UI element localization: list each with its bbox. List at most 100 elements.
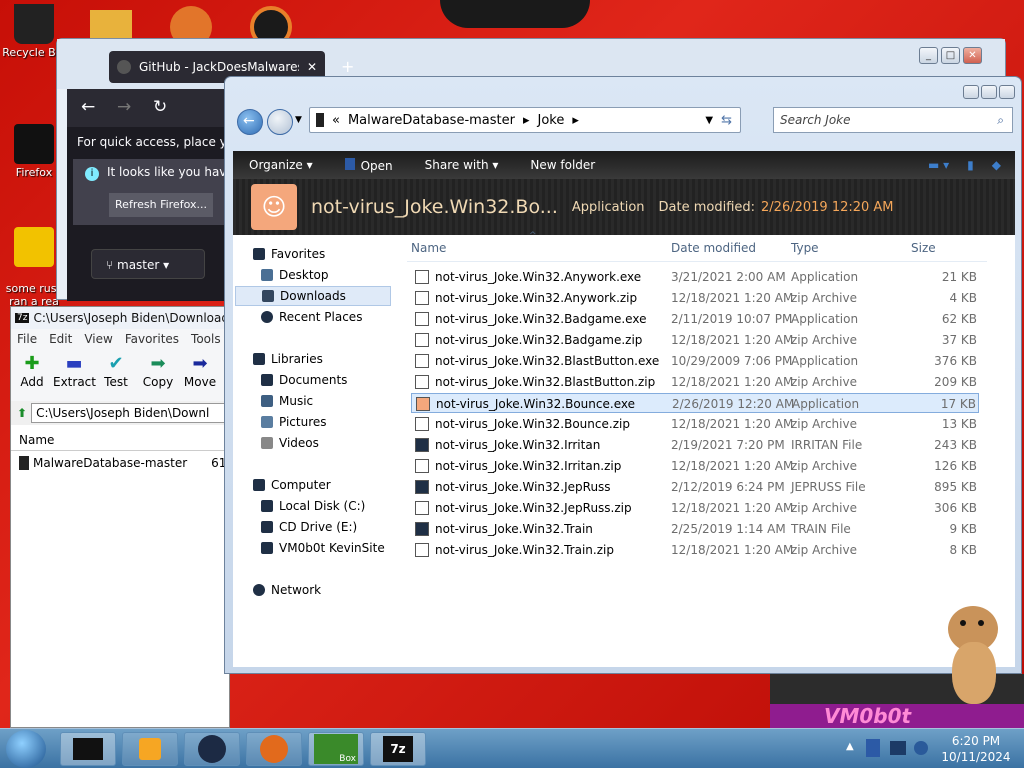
file-type: TRAIN File <box>791 522 851 536</box>
menu-tools[interactable]: Tools <box>191 332 221 346</box>
open-button[interactable]: Open <box>329 157 409 173</box>
up-folder-icon[interactable]: ⬆ <box>17 406 27 420</box>
maximize-button[interactable] <box>981 85 997 99</box>
share-with-button[interactable]: Share with ▾ <box>409 158 515 172</box>
nav-network-drive-label: VM0b0t KevinSite <box>279 541 385 555</box>
chevron-right-icon[interactable]: ▸ <box>523 113 530 128</box>
hamster-mascot[interactable] <box>942 606 1008 706</box>
nav-network-drive[interactable]: VM0b0t KevinSite <box>261 538 385 558</box>
nav-recent-places[interactable]: Recent Places <box>261 307 362 327</box>
reload-icon[interactable]: ↻ <box>153 97 167 117</box>
file-row[interactable]: not-virus_Joke.Win32.Badgame.exe 2/11/201… <box>411 309 979 329</box>
file-row[interactable]: not-virus_Joke.Win32.BlastButton.exe 10/2… <box>411 351 979 371</box>
search-icon[interactable]: ⌕ <box>997 108 1004 132</box>
column-type[interactable]: Type <box>791 241 819 255</box>
close-button[interactable]: ✕ <box>963 47 982 64</box>
new-tab-icon[interactable]: + <box>341 57 354 76</box>
file-row[interactable]: not-virus_Joke.Win32.Train 2/25/2019 1:14… <box>411 519 979 539</box>
file-row[interactable]: not-virus_Joke.Win32.Irritan.zip 12/18/20… <box>411 456 979 476</box>
nav-libraries[interactable]: Libraries <box>253 349 323 369</box>
chevron-right-icon[interactable]: ▸ <box>572 113 579 128</box>
7zip-address-input[interactable]: C:\Users\Joseph Biden\Downl <box>31 403 229 423</box>
back-button[interactable]: ← <box>237 109 263 135</box>
file-row[interactable]: not-virus_Joke.Win32.Train.zip 12/18/2021… <box>411 540 979 560</box>
file-row[interactable]: not-virus_Joke.Win32.JepRuss 2/12/2019 6:… <box>411 477 979 497</box>
taskbar-app-1[interactable] <box>60 732 116 766</box>
file-row[interactable]: not-virus_Joke.Win32.Badgame.zip 12/18/20… <box>411 330 979 350</box>
file-row[interactable]: not-virus_Joke.Win32.Anywork.zip 12/18/20… <box>411 288 979 308</box>
column-date-modified[interactable]: Date modified <box>671 241 756 255</box>
sort-up-icon: ^ <box>529 231 537 241</box>
nav-network[interactable]: Network <box>253 580 321 600</box>
copy-button[interactable]: ➡ Copy <box>137 349 179 401</box>
taskbar-app-6[interactable]: 7z <box>370 732 426 766</box>
explorer-window[interactable]: ← ▼ « MalwareDatabase-master ▸ Joke ▸ ▼ … <box>224 76 1022 674</box>
minimize-button[interactable]: _ <box>919 47 938 64</box>
detail-date-label: Date modified: <box>658 199 756 215</box>
search-input[interactable]: Search Joke ⌕ <box>773 107 1013 133</box>
file-row-selected[interactable]: not-virus_Joke.Win32.Bounce.exe 2/26/2019… <box>411 393 979 413</box>
overflow-icon[interactable]: « <box>332 113 340 128</box>
table-row[interactable]: MalwareDatabase-master 61 <box>11 453 229 473</box>
forward-icon[interactable]: → <box>117 97 131 117</box>
organize-button[interactable]: Organize ▾ <box>233 158 329 172</box>
recent-pages-icon[interactable]: ▼ <box>295 115 302 125</box>
minimize-button[interactable] <box>963 85 979 99</box>
taskbar-app-3[interactable] <box>184 732 240 766</box>
file-row[interactable]: not-virus_Joke.Win32.Irritan 2/19/2021 7:… <box>411 435 979 455</box>
nav-music[interactable]: Music <box>261 391 313 411</box>
new-folder-button[interactable]: New folder <box>514 158 611 172</box>
taskbar-app-5[interactable]: Box <box>308 732 364 766</box>
branch-selector[interactable]: ⑂ master ▾ <box>91 249 205 279</box>
file-row[interactable]: not-virus_Joke.Win32.Bounce.zip 12/18/202… <box>411 414 979 434</box>
menu-favorites[interactable]: Favorites <box>125 332 179 346</box>
address-bar[interactable]: « MalwareDatabase-master ▸ Joke ▸ ▼ ⇆ <box>309 107 741 133</box>
maximize-button[interactable]: □ <box>941 47 960 64</box>
taskbar-app-4[interactable] <box>246 732 302 766</box>
file-row[interactable]: not-virus_Joke.Win32.Anywork.exe 3/21/202… <box>411 267 979 287</box>
menu-edit[interactable]: Edit <box>49 332 72 346</box>
back-icon[interactable]: ← <box>81 97 95 117</box>
close-tab-icon[interactable]: ✕ <box>307 60 317 74</box>
view-options-icon[interactable]: ▬ ▾ <box>928 158 949 172</box>
menu-file[interactable]: File <box>17 332 37 346</box>
tray-icon-2[interactable] <box>890 741 906 755</box>
refresh-firefox-button[interactable]: Refresh Firefox... <box>109 193 213 217</box>
nav-documents[interactable]: Documents <box>261 370 347 390</box>
7zip-window[interactable]: 7z C:\Users\Joseph Biden\Downloads\M Fil… <box>10 306 230 728</box>
menu-view[interactable]: View <box>84 332 112 346</box>
column-name[interactable]: Name <box>411 241 446 255</box>
extract-button[interactable]: ▬ Extract <box>53 349 96 401</box>
help-icon[interactable]: ◆ <box>992 158 1001 172</box>
volume-icon[interactable] <box>914 741 928 755</box>
start-button[interactable] <box>6 730 46 768</box>
nav-videos[interactable]: Videos <box>261 433 319 453</box>
refresh-icon[interactable]: ⇆ <box>721 113 740 128</box>
move-button[interactable]: ➡ Move <box>179 349 221 401</box>
7zip-column-name[interactable]: Name <box>11 429 229 451</box>
breadcrumb-joke[interactable]: Joke <box>538 113 565 128</box>
breadcrumb-malwaredatabase[interactable]: MalwareDatabase-master <box>348 113 515 128</box>
nav-cd-drive[interactable]: CD Drive (E:) <box>261 517 357 537</box>
7zip-titlebar: 7z C:\Users\Joseph Biden\Downloads\M <box>11 307 229 329</box>
file-row[interactable]: not-virus_Joke.Win32.BlastButton.zip 12/1… <box>411 372 979 392</box>
show-hidden-icons[interactable]: ▲ <box>846 741 854 752</box>
add-button[interactable]: ✚ Add <box>11 349 53 401</box>
nav-downloads[interactable]: Downloads <box>235 286 391 306</box>
nav-favorites[interactable]: Favorites <box>253 244 325 264</box>
forward-button[interactable] <box>267 109 293 135</box>
preview-pane-icon[interactable]: ▮ <box>967 158 974 172</box>
nav-pictures[interactable]: Pictures <box>261 412 327 432</box>
column-size[interactable]: Size <box>911 241 936 255</box>
address-dropdown-icon[interactable]: ▼ <box>705 115 713 126</box>
nav-local-disk[interactable]: Local Disk (C:) <box>261 496 365 516</box>
nav-desktop[interactable]: Desktop <box>261 265 329 285</box>
file-row[interactable]: not-virus_Joke.Win32.JepRuss.zip 12/18/20… <box>411 498 979 518</box>
clock[interactable]: 6:20 PM 10/11/2024 <box>936 733 1016 765</box>
close-button[interactable] <box>999 85 1015 99</box>
test-button[interactable]: ✔ Test <box>95 349 137 401</box>
taskbar-app-2[interactable] <box>122 732 178 766</box>
tray-icon-1[interactable] <box>866 739 880 757</box>
nav-computer[interactable]: Computer <box>253 475 331 495</box>
file-size: 126 KB <box>934 459 977 473</box>
